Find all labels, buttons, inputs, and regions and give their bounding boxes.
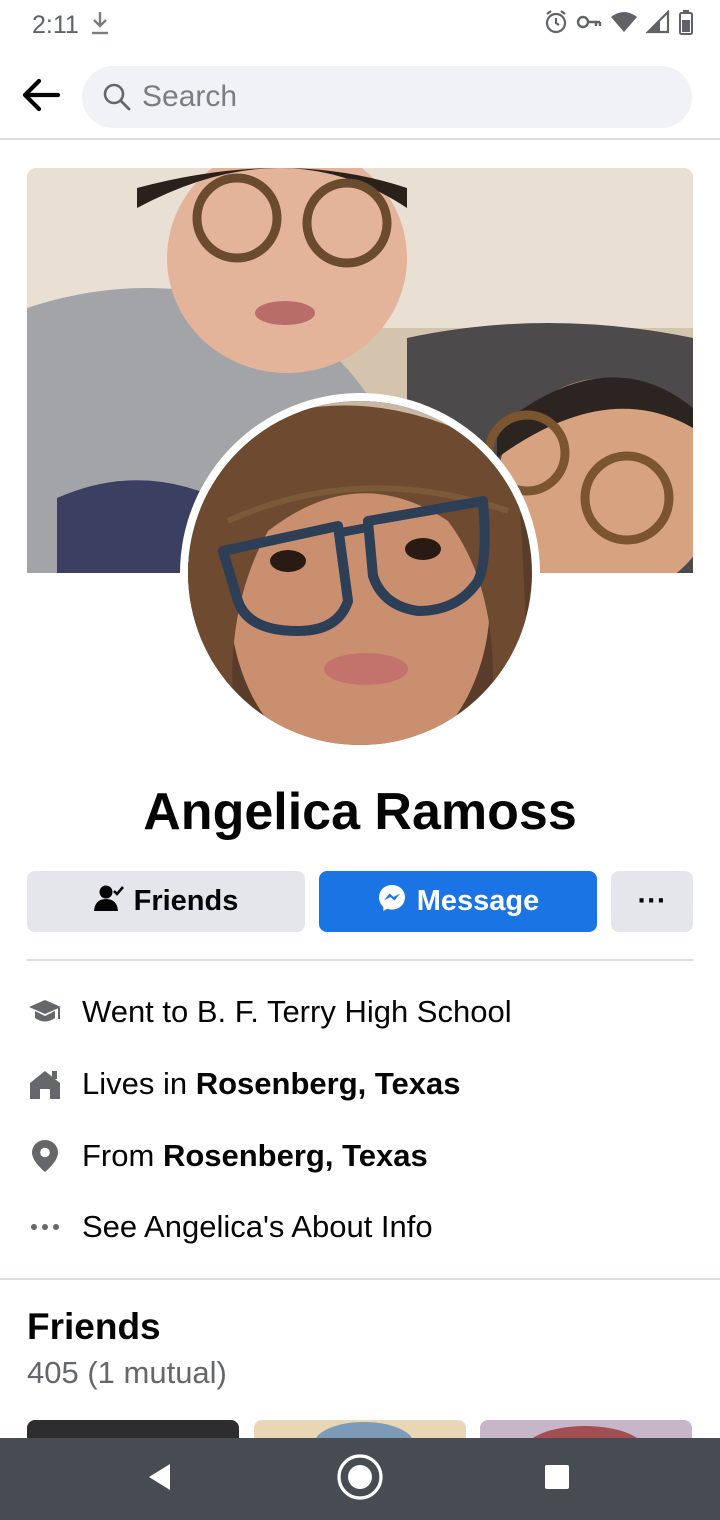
info-school: Went to B. F. Terry High School: [27, 990, 693, 1034]
signal-icon: [645, 9, 670, 39]
info-from-prefix: From: [82, 1138, 163, 1173]
circle-home-icon: [336, 1453, 384, 1506]
friends-count: 405 (1 mutual): [27, 1355, 227, 1390]
battery-icon: [678, 9, 694, 40]
see-about-info-label: See Angelica's About Info: [82, 1209, 433, 1244]
profile-name: Angelica Ramoss: [143, 783, 577, 841]
avatar: [188, 401, 532, 745]
vpn-key-icon: [576, 12, 602, 37]
messenger-icon: [377, 883, 417, 921]
location-pin-icon: [27, 1138, 63, 1174]
divider: [27, 959, 693, 961]
more-options-button[interactable]: ···: [611, 871, 693, 932]
back-button[interactable]: [18, 74, 64, 120]
system-nav-bar: [0, 1438, 720, 1520]
message-button-label: Message: [416, 885, 540, 917]
alarm-icon: [544, 9, 568, 40]
top-bar: [0, 48, 720, 140]
friends-button[interactable]: Friends: [27, 871, 305, 932]
wifi-icon: [610, 11, 638, 38]
search-bar[interactable]: [82, 66, 692, 128]
nav-home-button[interactable]: [310, 1438, 410, 1520]
message-button[interactable]: Message: [319, 871, 597, 932]
info-lives-in-place[interactable]: Rosenberg, Texas: [196, 1066, 461, 1102]
info-lives-in-prefix: Lives in: [82, 1066, 196, 1101]
search-input[interactable]: [142, 80, 662, 114]
info-school-text: Went to B. F. Terry High School: [82, 994, 512, 1029]
profile-picture[interactable]: [180, 393, 540, 753]
friends-button-label: Friends: [133, 885, 239, 917]
arrow-left-icon: [21, 78, 61, 117]
see-about-info-link[interactable]: See Angelica's About Info: [27, 1205, 693, 1249]
download-icon: [90, 10, 110, 41]
friends-check-icon: [93, 884, 134, 920]
search-icon: [102, 82, 132, 112]
info-from: From Rosenberg, Texas: [27, 1134, 693, 1178]
more-options-label: ···: [637, 885, 667, 917]
triangle-back-icon: [146, 1462, 174, 1497]
info-lives-in: Lives in Rosenberg, Texas: [27, 1062, 693, 1106]
info-from-place[interactable]: Rosenberg, Texas: [163, 1138, 428, 1174]
more-dots-icon: [27, 1209, 63, 1245]
status-icons: [544, 9, 694, 40]
status-time: 2:11: [32, 11, 79, 39]
graduation-cap-icon: [27, 994, 63, 1030]
nav-recents-button[interactable]: [507, 1438, 607, 1520]
friends-section-title[interactable]: Friends: [27, 1306, 161, 1348]
home-icon: [27, 1066, 63, 1102]
section-divider: [0, 1278, 720, 1280]
nav-back-button[interactable]: [110, 1438, 210, 1520]
profile-actions: Friends Message ···: [27, 871, 693, 932]
square-recents-icon: [543, 1463, 571, 1496]
status-bar: 2:11: [0, 0, 720, 48]
